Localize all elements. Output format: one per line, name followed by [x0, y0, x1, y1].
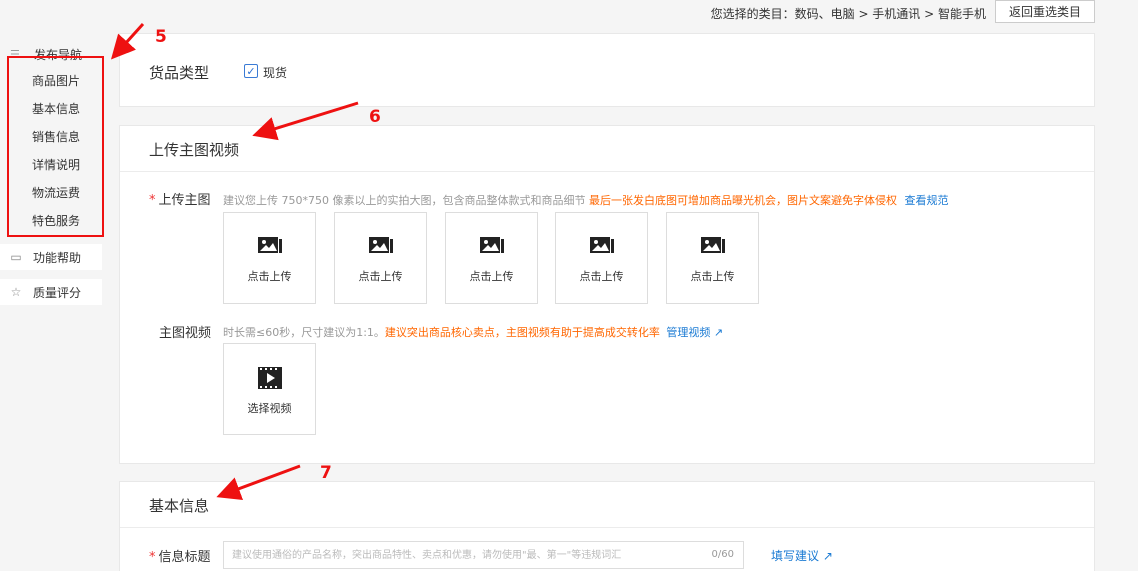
quality-label: 质量评分 — [33, 285, 82, 300]
top-bar: 您选择的类目：数码、电脑 > 手机通讯 > 智能手机 返回重选类目 — [0, 0, 1138, 28]
upload-slot-5[interactable]: 点击上传 — [666, 212, 759, 304]
upload-label: 点击上传 — [469, 270, 514, 283]
annotation-number-6: 6 — [369, 107, 381, 127]
upload-label: 点击上传 — [579, 270, 624, 283]
reselect-category-button[interactable]: 返回重选类目 — [995, 0, 1095, 23]
goods-type-panel: 货品类型 ✓ 现货 — [119, 33, 1095, 107]
view-guidelines-link[interactable]: 查看规范 — [904, 194, 948, 207]
main-video-hint-orange: 建议突出商品核心卖点，主图视频有助于提高成交转化率 — [384, 326, 660, 339]
sidebar-item-basic-info[interactable]: 基本信息 — [32, 100, 80, 117]
image-upload-icon — [369, 237, 393, 253]
external-link-icon: ↗ — [822, 549, 833, 563]
info-title-field[interactable]: 0/60 — [223, 541, 744, 569]
main-image-hint-orange: 最后一张发白底图可增加商品曝光机会，图片文案避免字体侵权 — [588, 194, 897, 207]
sidebar-item-shipping[interactable]: 物流运费 — [32, 184, 80, 201]
section-title: 基本信息 — [149, 497, 210, 515]
info-title-label: * 信息标题 — [149, 546, 211, 565]
category-path: 数码、电脑 > 手机通讯 > 智能手机 — [794, 7, 986, 21]
upload-label: 点击上传 — [358, 270, 403, 283]
sidebar-item-product-images[interactable]: 商品图片 — [32, 72, 80, 89]
required-mark: * — [149, 550, 156, 565]
info-title-input[interactable] — [224, 542, 694, 568]
chat-icon: ▭ — [10, 250, 22, 264]
upload-slot-4[interactable]: 点击上传 — [555, 212, 648, 304]
manage-video-label: 管理视频 — [666, 326, 711, 339]
basic-info-panel: 基本信息 *信息标题 0/60 填写建议 ↗ — [119, 481, 1095, 571]
upload-slot-1[interactable]: 点击上传 — [223, 212, 316, 304]
main-video-hint-gray: 时长需≤60秒，尺寸建议为1:1。 — [223, 326, 385, 339]
upload-label: 点击上传 — [247, 270, 292, 283]
divider — [120, 527, 1094, 528]
sidebar-item-sales-info[interactable]: 销售信息 — [32, 128, 80, 145]
required-mark: * — [149, 193, 156, 208]
sidebar-item-special-services[interactable]: 特色服务 — [32, 212, 80, 229]
upload-label: 点击上传 — [690, 270, 735, 283]
fill-suggestion-label: 填写建议 — [771, 549, 820, 563]
image-upload-icon — [701, 237, 725, 253]
image-upload-icon — [258, 237, 282, 253]
upload-slot-2[interactable]: 点击上传 — [334, 212, 427, 304]
main-image-hint: 建议您上传 750*750 像素以上的实拍大图，包含商品整体款式和商品细节 最后… — [223, 192, 948, 208]
main-image-hint-gray: 建议您上传 750*750 像素以上的实拍大图，包含商品整体款式和商品细节 — [223, 194, 586, 207]
image-upload-icon — [590, 237, 614, 253]
main-video-label: 主图视频 — [159, 326, 212, 341]
annotation-number-5: 5 — [155, 27, 167, 47]
goods-type-label: 货品类型 — [149, 64, 210, 82]
external-link-icon: ↗ — [713, 326, 724, 339]
fill-suggestion-link[interactable]: 填写建议 ↗ — [771, 547, 833, 564]
star-icon: ☆ — [10, 285, 22, 299]
upload-slot-3[interactable]: 点击上传 — [445, 212, 538, 304]
select-video-label: 选择视频 — [247, 402, 292, 415]
help-label: 功能帮助 — [33, 250, 82, 265]
help-button[interactable]: ▭ 功能帮助 — [0, 244, 102, 270]
in-stock-label[interactable]: 现货 — [263, 64, 287, 81]
main-image-video-panel: 上传主图视频 * 上传主图 建议您上传 750*750 像素以上的实拍大图，包含商… — [119, 125, 1095, 464]
image-upload-icon — [480, 237, 504, 253]
annotation-number-7: 7 — [320, 463, 332, 483]
category-path-text: 您选择的类目：数码、电脑 > 手机通讯 > 智能手机 — [711, 5, 986, 22]
manage-video-link[interactable]: 管理视频 ↗ — [666, 326, 723, 339]
char-counter: 0/60 — [711, 549, 734, 560]
category-label: 您选择的类目： — [710, 7, 795, 21]
main-video-hint: 时长需≤60秒，尺寸建议为1:1。建议突出商品核心卖点，主图视频有助于提高成交转… — [223, 324, 723, 340]
quality-score-button[interactable]: ☆ 质量评分 — [0, 279, 102, 305]
in-stock-checkbox[interactable]: ✓ — [244, 64, 258, 78]
divider — [120, 171, 1094, 172]
main-image-label: * 上传主图 — [149, 189, 211, 208]
section-title: 上传主图视频 — [149, 141, 240, 159]
sidebar-item-details[interactable]: 详情说明 — [32, 156, 80, 173]
select-video-slot[interactable]: 选择视频 — [223, 343, 316, 435]
info-title-label-text: 信息标题 — [158, 550, 211, 565]
main-image-label-text: 上传主图 — [158, 193, 211, 208]
video-icon — [258, 367, 282, 389]
